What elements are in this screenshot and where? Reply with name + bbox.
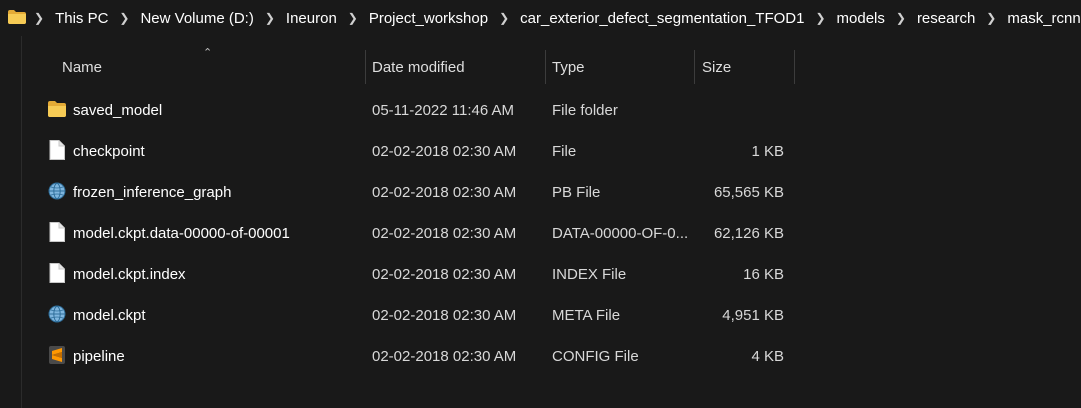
breadcrumb: ❯ This PC ❯ New Volume (D:) ❯ Ineuron ❯ Project…: [0, 0, 1081, 36]
chevron-right-icon[interactable]: ❯: [265, 11, 275, 25]
file-icon: [48, 263, 66, 283]
breadcrumb-item[interactable]: mask_rcnn: [1007, 10, 1080, 27]
file-date-modified: 02-02-2018 02:30 AM: [372, 348, 517, 365]
file-name: model.ckpt.index: [73, 266, 186, 283]
sublime-file-icon: [48, 345, 66, 365]
column-divider[interactable]: [694, 50, 695, 84]
column-divider[interactable]: [365, 50, 366, 84]
file-row[interactable]: saved_model 05-11-2022 11:46 AM File folde…: [22, 90, 802, 131]
file-name: pipeline: [73, 348, 125, 365]
file-type: PB File: [552, 184, 601, 201]
breadcrumb-list: ❯ This PC ❯ New Volume (D:) ❯ Ineuron ❯ Project…: [34, 0, 1081, 36]
file-list: saved_model 05-11-2022 11:46 AM File folde…: [22, 90, 802, 377]
file-name: frozen_inference_graph: [73, 184, 232, 201]
folder-icon[interactable]: [8, 10, 26, 24]
breadcrumb-item[interactable]: This PC: [55, 10, 108, 27]
file-row[interactable]: pipeline 02-02-2018 02:30 AM CONFIG File 4 …: [22, 336, 802, 377]
column-type[interactable]: Type: [552, 50, 585, 86]
file-size: 16 KB: [743, 266, 784, 283]
file-date-modified: 02-02-2018 02:30 AM: [372, 225, 517, 242]
column-divider[interactable]: [545, 50, 546, 84]
file-date-modified: 02-02-2018 02:30 AM: [372, 184, 517, 201]
file-row[interactable]: model.ckpt 02-02-2018 02:30 AM META File 4,…: [22, 295, 802, 336]
file-row[interactable]: model.ckpt.index 02-02-2018 02:30 AM INDEX…: [22, 254, 802, 295]
chevron-right-icon[interactable]: ❯: [34, 11, 44, 25]
file-date-modified: 02-02-2018 02:30 AM: [372, 143, 517, 160]
file-size: 65,565 KB: [713, 184, 784, 201]
file-name: saved_model: [73, 102, 163, 119]
file-type: File: [552, 143, 577, 160]
file-type: File folder: [552, 102, 618, 119]
file-size: 4 KB: [751, 348, 784, 365]
file-size: 4,951 KB: [722, 307, 784, 324]
file-type: INDEX File: [552, 266, 627, 283]
file-row[interactable]: model.ckpt.data-00000-of-00001 02-02-2018…: [22, 213, 802, 254]
file-row[interactable]: checkpoint 02-02-2018 02:30 AM File 1 KB: [22, 131, 802, 172]
sort-ascending-icon[interactable]: ⌃: [203, 47, 212, 59]
folder-icon: [48, 99, 66, 119]
chevron-right-icon[interactable]: ❯: [986, 11, 996, 25]
chevron-right-icon[interactable]: ❯: [896, 11, 906, 25]
file-date-modified: 02-02-2018 02:30 AM: [372, 266, 517, 283]
breadcrumb-item[interactable]: car_exterior_defect_segmentation_TFOD1: [520, 10, 804, 27]
chevron-right-icon[interactable]: ❯: [815, 11, 825, 25]
file-type: META File: [552, 307, 621, 324]
file-date-modified: 05-11-2022 11:46 AM: [372, 102, 515, 119]
column-divider[interactable]: [794, 50, 795, 84]
globe-file-icon: [48, 181, 66, 201]
chevron-right-icon[interactable]: ❯: [499, 11, 509, 25]
file-type: CONFIG File: [552, 348, 639, 365]
chevron-right-icon[interactable]: ❯: [119, 11, 129, 25]
breadcrumb-item[interactable]: Project_workshop: [369, 10, 488, 27]
column-name[interactable]: Name: [62, 50, 102, 86]
file-row[interactable]: frozen_inference_graph 02-02-2018 02:30 A…: [22, 172, 802, 213]
breadcrumb-item[interactable]: models: [837, 10, 885, 27]
column-date-modified[interactable]: Date modified: [372, 50, 465, 86]
breadcrumb-item[interactable]: New Volume (D:): [140, 10, 253, 27]
breadcrumb-item[interactable]: research: [917, 10, 975, 27]
file-icon: [48, 222, 66, 242]
column-header: ⌃ Name Date modified Type Size: [22, 47, 802, 86]
column-size[interactable]: Size: [702, 50, 731, 86]
file-name: model.ckpt.data-00000-of-00001: [73, 225, 290, 242]
globe-file-icon: [48, 304, 66, 324]
file-date-modified: 02-02-2018 02:30 AM: [372, 307, 517, 324]
file-size: 1 KB: [751, 143, 784, 160]
file-type: DATA-00000-OF-0...: [552, 225, 689, 242]
file-name: checkpoint: [73, 143, 145, 160]
breadcrumb-item[interactable]: Ineuron: [286, 10, 337, 27]
chevron-right-icon[interactable]: ❯: [348, 11, 358, 25]
file-size: 62,126 KB: [713, 225, 784, 242]
file-name: model.ckpt: [73, 307, 146, 324]
file-icon: [48, 140, 66, 160]
